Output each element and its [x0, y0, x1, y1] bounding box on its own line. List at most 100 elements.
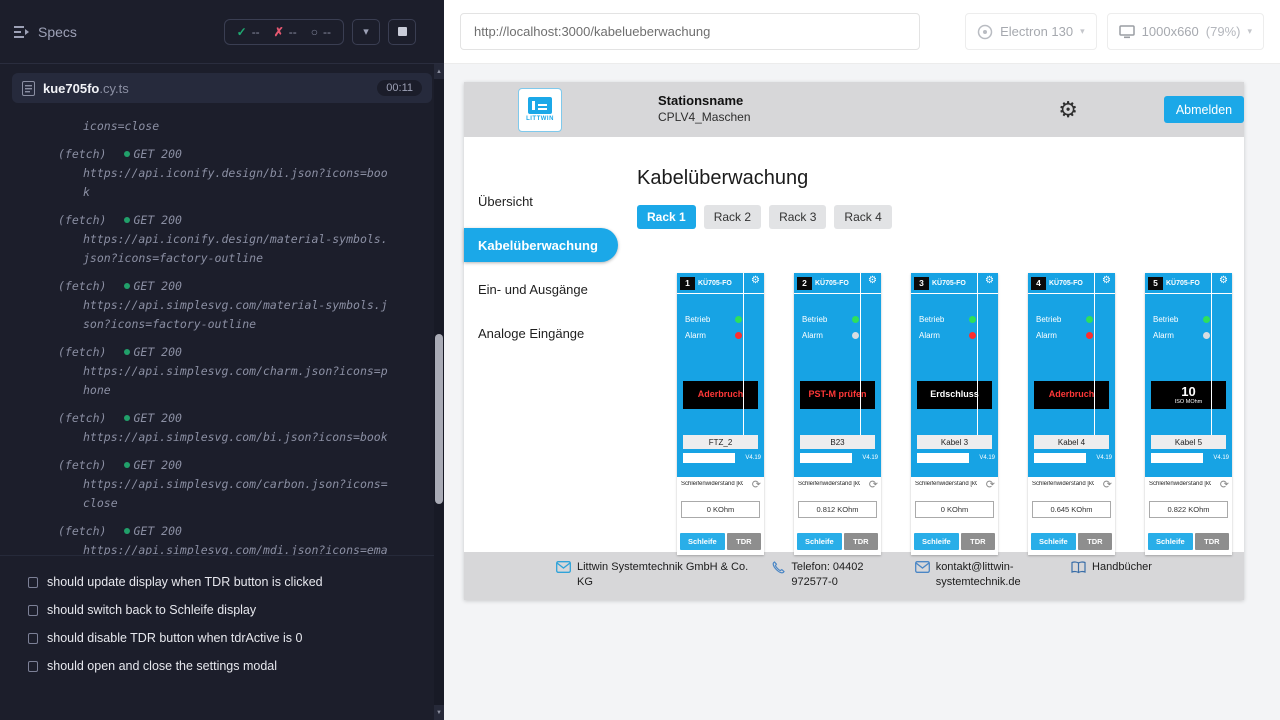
measurement-value: 0 KOhm	[915, 501, 994, 518]
test-item[interactable]: should disable TDR button when tdrActive…	[28, 624, 434, 652]
browser-name: Electron 130	[1000, 24, 1073, 39]
cypress-reporter-panel: Specs ✓-- ✗-- ○-- ▾ kue705fo.cy.ts 00:11	[0, 0, 444, 720]
log-url: https://api.simplesvg.com/bi.json?icons=…	[58, 428, 388, 447]
tab-rack-2[interactable]: Rack 2	[704, 205, 761, 229]
viewport-size: 1000x660	[1142, 24, 1199, 39]
fetch-log-entry[interactable]: (fetch)GET 200 https://api.simplesvg.com…	[58, 522, 444, 555]
card-gear-icon[interactable]: ⚙	[751, 276, 760, 286]
stat-pending: ○--	[311, 25, 331, 39]
specs-toggle-button[interactable]: Specs	[14, 24, 77, 40]
mode-buttons: Schleife TDR	[914, 533, 995, 550]
betrieb-indicator: Betrieb	[1036, 315, 1093, 324]
card-number: 1	[680, 277, 695, 290]
tdr-button[interactable]: TDR	[1078, 533, 1112, 550]
viewport-zoom: (79%)	[1206, 24, 1241, 39]
card-gear-icon[interactable]: ⚙	[1102, 276, 1111, 286]
refresh-icon[interactable]: ⟳	[1220, 478, 1229, 491]
stat-passed: ✓--	[237, 25, 260, 39]
measurement-value: 0 KOhm	[681, 501, 760, 518]
log-url: https://api.simplesvg.com/material-symbo…	[58, 296, 388, 334]
scroll-up-arrow[interactable]: ▲	[434, 64, 444, 79]
scroll-down-arrow[interactable]: ▼	[434, 705, 444, 720]
reporter-scrollbar[interactable]: ▲ ▼	[434, 64, 444, 720]
footer-company: Littwin Systemtechnik GmbH & Co. KG	[556, 560, 749, 590]
tdr-button[interactable]: TDR	[1195, 533, 1229, 550]
tdr-button[interactable]: TDR	[961, 533, 995, 550]
schleife-button[interactable]: Schleife	[680, 533, 725, 550]
stop-run-button[interactable]	[388, 19, 416, 45]
station-label: Stationsname	[658, 93, 751, 110]
browser-select[interactable]: Electron 130 ▾	[965, 13, 1097, 50]
viewport-select[interactable]: 1000x660 (79%) ▾	[1107, 13, 1264, 50]
tab-rack-1[interactable]: Rack 1	[637, 205, 696, 229]
device-card-3: 3 KÜ705-FO ⚙ Betrieb Alarm Erdschluss	[911, 273, 998, 555]
littwin-logo-text: LITTWIN	[526, 116, 554, 122]
fetch-log-entry[interactable]: (fetch)GET 200 https://api.iconify.desig…	[58, 145, 444, 202]
status-dot-icon	[124, 217, 130, 223]
betrieb-indicator: Betrieb	[1153, 315, 1210, 324]
test-item[interactable]: should switch back to Schleife display	[28, 596, 434, 624]
alarm-indicator: Alarm	[802, 331, 859, 340]
tdr-button[interactable]: TDR	[844, 533, 878, 550]
specs-label: Specs	[38, 24, 77, 40]
device-card-4: 4 KÜ705-FO ⚙ Betrieb Alarm Aderbruch	[1028, 273, 1115, 555]
card-number: 3	[914, 277, 929, 290]
schleife-button[interactable]: Schleife	[1148, 533, 1193, 550]
mode-buttons: Schleife TDR	[680, 533, 761, 550]
tdr-button[interactable]: TDR	[727, 533, 761, 550]
nav-item-ein-und-ausgaenge[interactable]: Ein- und Ausgänge	[464, 272, 619, 306]
refresh-icon[interactable]: ⟳	[869, 478, 878, 491]
littwin-logo-icon	[528, 97, 552, 114]
fetch-log-entry[interactable]: (fetch)GET 200 https://api.simplesvg.com…	[58, 277, 444, 334]
chevron-down-icon: ▾	[1247, 26, 1252, 37]
app-footer: Littwin Systemtechnik GmbH & Co. KG Tele…	[464, 552, 1244, 600]
scrollbar-thumb[interactable]	[435, 334, 443, 504]
spec-file-row[interactable]: kue705fo.cy.ts 00:11	[12, 73, 432, 103]
tab-rack-3[interactable]: Rack 3	[769, 205, 826, 229]
collapse-button[interactable]: ▾	[352, 19, 380, 45]
cable-name: FTZ_2	[683, 435, 758, 449]
test-item[interactable]: should open and close the settings modal	[28, 652, 434, 680]
footer-manuals[interactable]: Handbücher	[1071, 560, 1152, 575]
stop-icon	[398, 27, 407, 36]
test-item[interactable]: should update display when TDR button is…	[28, 568, 434, 596]
fetch-log-entry[interactable]: (fetch)GET 200 https://api.simplesvg.com…	[58, 343, 444, 400]
nav-item-kabelueberwachung[interactable]: Kabelüberwachung	[464, 228, 618, 262]
cable-name: Kabel 4	[1034, 435, 1109, 449]
app-sidebar: Übersicht Kabelüberwachung Ein- und Ausg…	[464, 137, 619, 552]
schleife-button[interactable]: Schleife	[914, 533, 959, 550]
refresh-icon[interactable]: ⟳	[752, 478, 761, 491]
card-gear-icon[interactable]: ⚙	[1219, 276, 1228, 286]
log-line: icons=close	[58, 117, 388, 136]
card-gear-icon[interactable]: ⚙	[985, 276, 994, 286]
status-dot-icon	[124, 462, 130, 468]
nav-item-analoge-eingaenge[interactable]: Analoge Eingänge	[464, 316, 619, 350]
schleife-button[interactable]: Schleife	[1031, 533, 1076, 550]
version-row: V4.19	[1151, 452, 1229, 463]
device-card-2: 2 KÜ705-FO ⚙ Betrieb Alarm PST-M prüfen	[794, 273, 881, 555]
fetch-log-entry[interactable]: (fetch)GET 200 https://api.simplesvg.com…	[58, 456, 444, 513]
settings-gear-icon[interactable]: ⚙	[1058, 99, 1078, 121]
card-number: 4	[1031, 277, 1046, 290]
nav-item-uebersicht[interactable]: Übersicht	[464, 184, 619, 218]
status-display: Erdschluss	[917, 381, 992, 409]
logout-button[interactable]: Abmelden	[1164, 96, 1244, 123]
measurement-label: Schleifenwiderstand [kOhm]	[915, 481, 977, 487]
test-icon	[28, 633, 38, 644]
fetch-log-entry[interactable]: (fetch)GET 200 https://api.simplesvg.com…	[58, 409, 444, 447]
electron-icon	[977, 24, 993, 40]
mail-icon	[915, 561, 930, 573]
test-icon	[28, 605, 38, 616]
log-url: https://api.simplesvg.com/mdi.json?icons…	[58, 541, 388, 555]
main-content: Kabelüberwachung Rack 1 Rack 2 Rack 3 Ra…	[619, 137, 1244, 552]
footer-email[interactable]: kontakt@littwin-systemtechnik.de	[915, 560, 1048, 590]
window: Specs ✓-- ✗-- ○-- ▾ kue705fo.cy.ts 00:11	[0, 0, 1280, 720]
schleife-button[interactable]: Schleife	[797, 533, 842, 550]
fetch-log-entry[interactable]: (fetch)GET 200 https://api.iconify.desig…	[58, 211, 444, 268]
refresh-icon[interactable]: ⟳	[1103, 478, 1112, 491]
card-gear-icon[interactable]: ⚙	[868, 276, 877, 286]
url-input[interactable]: http://localhost:3000/kabelueberwachung	[460, 13, 920, 50]
refresh-icon[interactable]: ⟳	[986, 478, 995, 491]
tab-rack-4[interactable]: Rack 4	[834, 205, 891, 229]
version-row: V4.19	[1034, 452, 1112, 463]
